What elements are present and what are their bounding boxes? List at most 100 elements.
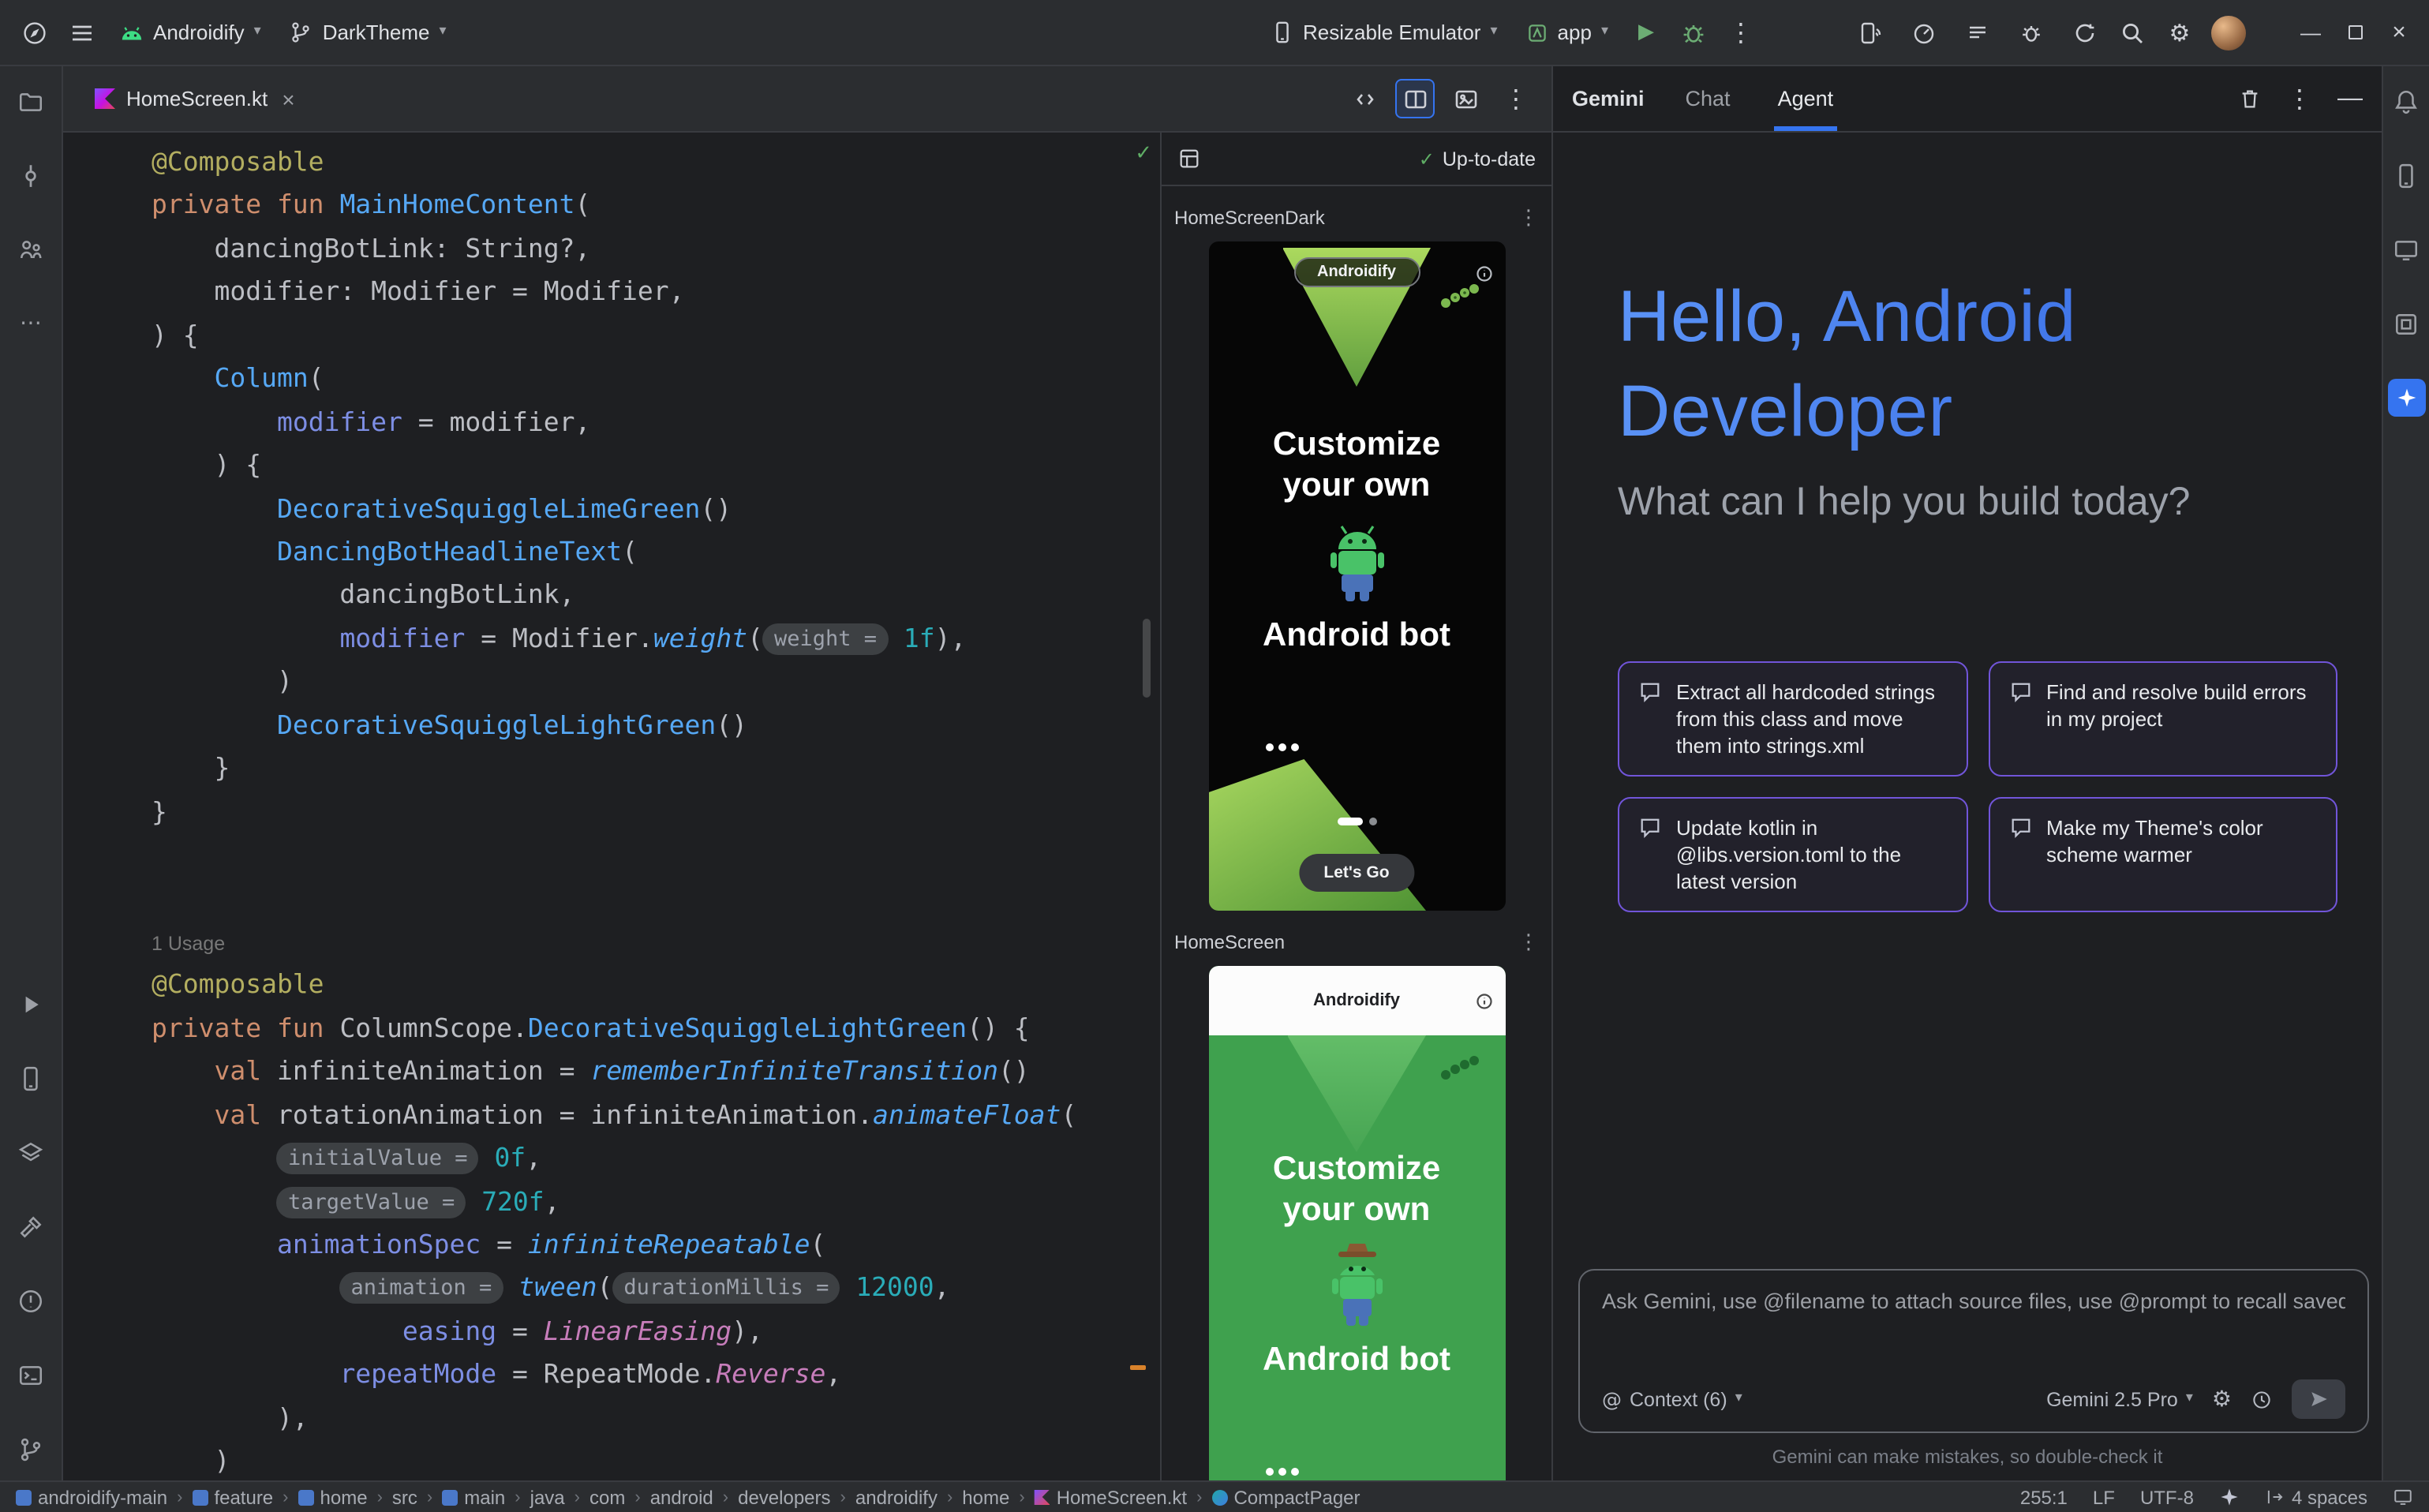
suggestion-card[interactable]: Update kotlin in @libs.version.toml to t… <box>1618 797 1967 912</box>
gradle-sync-icon[interactable] <box>2063 10 2107 54</box>
file-encoding[interactable]: UTF-8 <box>2140 1486 2194 1508</box>
breadcrumb-item[interactable]: androidify-main <box>16 1486 167 1508</box>
line-ending[interactable]: LF <box>2093 1486 2115 1508</box>
editor-options-kebab[interactable]: ⋮ <box>1496 79 1536 118</box>
inspections-ok-icon[interactable]: ✓ <box>1135 142 1152 166</box>
breadcrumb-item[interactable]: HomeScreen.kt <box>1035 1486 1187 1508</box>
notifications-icon[interactable] <box>2387 82 2425 120</box>
preview-layout-icon[interactable] <box>1177 147 1201 170</box>
inlay-hint[interactable]: targetValue = <box>277 1186 466 1218</box>
design-view-button[interactable] <box>1446 79 1485 118</box>
send-button[interactable] <box>2292 1379 2345 1419</box>
breadcrumb-item[interactable]: src <box>392 1486 417 1508</box>
code-editor[interactable]: @Composableprivate fun MainHomeContent( … <box>63 133 1160 1480</box>
breadcrumb-item[interactable]: android <box>650 1486 713 1508</box>
pull-requests-icon[interactable] <box>12 230 50 268</box>
code-line[interactable]: ) <box>152 661 1135 704</box>
caret-position[interactable]: 255:1 <box>2020 1486 2068 1508</box>
code-line[interactable] <box>152 877 1135 920</box>
indent-setting[interactable]: 4 spaces <box>2265 1486 2367 1508</box>
running-devices-icon[interactable] <box>2387 230 2425 268</box>
gemini-options-kebab[interactable]: ⋮ <box>2287 84 2312 114</box>
device-manager-icon[interactable] <box>2387 156 2425 194</box>
trash-icon[interactable] <box>2238 87 2262 110</box>
code-line[interactable]: animationSpec = infiniteRepeatable( <box>152 1223 1135 1267</box>
breadcrumb-item[interactable]: androidify <box>855 1486 938 1508</box>
code-line[interactable]: @Composable <box>152 140 1135 184</box>
code-line[interactable]: animation = tween(durationMillis = 12000… <box>152 1267 1135 1310</box>
run-button[interactable]: ▶ <box>1624 10 1668 54</box>
user-avatar[interactable] <box>2211 15 2246 50</box>
code-view-button[interactable] <box>1345 79 1384 118</box>
breadcrumb-item[interactable]: main <box>442 1486 505 1508</box>
code-line[interactable]: DancingBotHeadlineText( <box>152 530 1135 574</box>
layout-inspector-icon[interactable] <box>2387 305 2425 342</box>
suggestion-card[interactable]: Extract all hardcoded strings from this … <box>1618 661 1967 777</box>
screen-icon[interactable] <box>2393 1487 2413 1507</box>
code-line[interactable]: dancingBotLink: String?, <box>152 227 1135 271</box>
code-line[interactable]: ) { <box>152 314 1135 357</box>
code-line[interactable]: ) <box>152 1439 1135 1480</box>
window-minimize-button[interactable]: — <box>2293 15 2328 50</box>
code-line[interactable]: initialValue = 0f, <box>152 1136 1135 1180</box>
version-control-icon[interactable] <box>12 1430 50 1468</box>
device-selector[interactable]: Resizable Emulator ▾ <box>1257 13 1510 52</box>
error-stripe[interactable]: ✓ <box>1135 133 1160 1480</box>
app-quality-insights-icon[interactable] <box>2009 10 2053 54</box>
code-line[interactable]: dancingBotLink, <box>152 574 1135 617</box>
hide-panel-button[interactable]: — <box>2337 84 2363 113</box>
code-line[interactable]: modifier: Modifier = Modifier, <box>152 271 1135 314</box>
code-line[interactable]: private fun ColumnScope.DecorativeSquigg… <box>152 1007 1135 1050</box>
breadcrumb-item[interactable]: home <box>298 1486 368 1508</box>
preview-homescreen[interactable]: Androidify Customize your own <box>1208 966 1505 1480</box>
code-line[interactable]: } <box>152 790 1135 833</box>
terminal-tool-icon[interactable] <box>12 1356 50 1394</box>
more-actions-button[interactable]: ⋮ <box>1719 10 1763 54</box>
code-line[interactable]: repeatMode = RepeatMode.Reverse, <box>152 1353 1135 1397</box>
breadcrumb-item[interactable]: developers <box>738 1486 830 1508</box>
code-line[interactable]: ), <box>152 1396 1135 1439</box>
code-line[interactable]: val infiniteAnimation = rememberInfinite… <box>152 1050 1135 1093</box>
logcat-icon[interactable] <box>1956 10 2000 54</box>
profiler-icon[interactable] <box>1902 10 1946 54</box>
build-tool-icon[interactable] <box>12 1207 50 1245</box>
gemini-tab-agent[interactable]: Agent <box>1775 66 1837 131</box>
editor-tab-homescreen[interactable]: HomeScreen.kt × <box>79 66 311 131</box>
code-line[interactable]: DecorativeSquiggleLightGreen() <box>152 703 1135 747</box>
preview-homescreendark[interactable]: Androidify Customize your own <box>1208 241 1505 911</box>
more-tool-windows-icon[interactable]: ⋯ <box>12 305 50 342</box>
problems-tool-icon[interactable] <box>12 1282 50 1319</box>
preview-menu-kebab[interactable]: ⋮ <box>1518 206 1539 230</box>
debug-button[interactable] <box>1671 10 1716 54</box>
device-explorer-icon[interactable] <box>12 1059 50 1097</box>
device-streaming-icon[interactable] <box>1848 10 1892 54</box>
window-maximize-button[interactable] <box>2337 15 2372 50</box>
settings-gear-icon[interactable]: ⚙ <box>2158 10 2202 54</box>
preview-scroll-area[interactable]: HomeScreenDark ⋮ Androidify Customize yo… <box>1162 186 1551 1480</box>
project-selector[interactable]: Androidify ▾ <box>107 13 274 52</box>
commit-tool-icon[interactable] <box>12 156 50 194</box>
code-line[interactable]: Column( <box>152 357 1135 400</box>
project-tool-icon[interactable] <box>12 82 50 120</box>
search-icon[interactable] <box>2110 10 2154 54</box>
breadcrumb-item[interactable]: feature <box>192 1486 273 1508</box>
gemini-tab-chat[interactable]: Chat <box>1682 66 1734 131</box>
gemini-input[interactable]: Ask Gemini, use @filename to attach sour… <box>1602 1289 2345 1313</box>
split-view-button[interactable] <box>1395 79 1435 118</box>
gemini-spark-icon[interactable] <box>2219 1487 2240 1507</box>
run-tool-icon[interactable] <box>12 985 50 1023</box>
breadcrumb-item[interactable]: home <box>962 1486 1009 1508</box>
gemini-prompt-box[interactable]: Ask Gemini, use @filename to attach sour… <box>1578 1269 2369 1433</box>
code-line[interactable]: modifier = Modifier.weight(weight = 1f), <box>152 617 1135 661</box>
code-line[interactable]: private fun MainHomeContent( <box>152 184 1135 227</box>
inlay-hint[interactable]: durationMillis = <box>612 1273 840 1304</box>
gemini-tool-icon[interactable] <box>2387 379 2425 417</box>
tab-close-icon[interactable]: × <box>282 86 294 111</box>
build-variants-icon[interactable] <box>12 1133 50 1171</box>
branch-selector[interactable]: DarkTheme ▾ <box>277 13 459 52</box>
code-line[interactable]: DecorativeSquiggleLimeGreen() <box>152 487 1135 530</box>
history-icon[interactable] <box>2251 1388 2273 1410</box>
breadcrumb-item[interactable]: com <box>589 1486 625 1508</box>
run-config-selector[interactable]: app ▾ <box>1514 13 1621 52</box>
model-selector[interactable]: Gemini 2.5 Pro ▾ <box>2046 1388 2193 1410</box>
